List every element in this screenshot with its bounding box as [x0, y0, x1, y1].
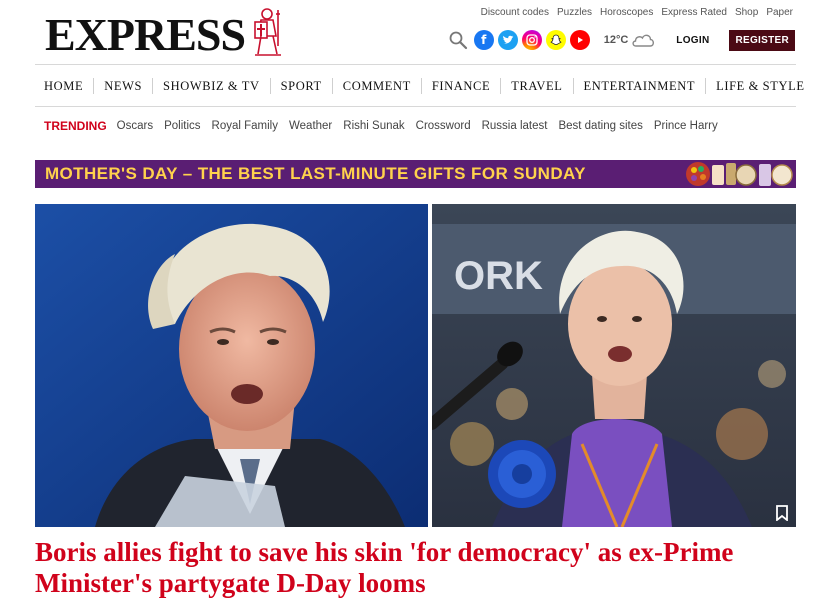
gift-products-image — [686, 162, 793, 186]
util-link-puzzles[interactable]: Puzzles — [557, 7, 592, 18]
site-logo[interactable]: EXPRESS — [45, 6, 289, 58]
twitter-icon[interactable] — [497, 30, 518, 50]
nav-item-sport[interactable]: SPORT — [269, 77, 332, 94]
trending-item-crossword[interactable]: Crossword — [416, 120, 471, 132]
trending-item-best-dating-sites[interactable]: Best dating sites — [558, 120, 642, 132]
snapchat-icon[interactable] — [545, 30, 566, 50]
logo-text: EXPRESS — [45, 9, 246, 60]
background-sign-text: ORK — [454, 254, 543, 298]
main-nav: HOME NEWS SHOWBIZ & TV SPORT COMMENT FIN… — [35, 64, 804, 107]
bookmark-icon[interactable] — [775, 505, 789, 521]
article-headline[interactable]: Boris allies fight to save his skin 'for… — [35, 537, 796, 599]
trending-item-russia-latest[interactable]: Russia latest — [482, 120, 548, 132]
util-link-paper[interactable]: Paper — [766, 7, 793, 18]
cloud-icon — [632, 34, 655, 47]
temperature: 12°C — [603, 34, 629, 46]
nav-item-news[interactable]: NEWS — [93, 77, 152, 94]
trending-item-weather[interactable]: Weather — [289, 120, 332, 132]
photo-woman-at-microphone: ORK — [432, 204, 796, 527]
util-link-discount-codes[interactable]: Discount codes — [481, 7, 549, 18]
nav-item-travel[interactable]: TRAVEL — [500, 77, 572, 94]
trending-item-politics[interactable]: Politics — [164, 120, 200, 132]
crusader-logo-icon — [254, 8, 282, 56]
nav-item-life-style[interactable]: LIFE & STYLE — [705, 77, 814, 94]
photo-politician-speaking — [35, 204, 428, 527]
login-link[interactable]: LOGIN — [676, 35, 709, 46]
nav-item-comment[interactable]: COMMENT — [331, 77, 421, 94]
util-link-express-rated[interactable]: Express Rated — [661, 7, 727, 18]
util-link-horoscopes[interactable]: Horoscopes — [600, 7, 653, 18]
trending-item-royal-family[interactable]: Royal Family — [212, 120, 278, 132]
youtube-icon[interactable] — [569, 30, 590, 50]
trending-item-prince-harry[interactable]: Prince Harry — [654, 120, 718, 132]
header-actions: f 12°C LOGIN REGISTER — [448, 29, 795, 51]
trending-label: TRENDING — [44, 119, 107, 133]
nav-item-entertainment[interactable]: ENTERTAINMENT — [572, 77, 706, 94]
trending-item-rishi-sunak[interactable]: Rishi Sunak — [343, 120, 404, 132]
nav-item-finance[interactable]: FINANCE — [420, 77, 500, 94]
trending-item-oscars[interactable]: Oscars — [117, 120, 153, 132]
util-link-shop[interactable]: Shop — [735, 7, 758, 18]
nav-item-home[interactable]: HOME — [35, 78, 93, 94]
facebook-icon[interactable]: f — [473, 30, 494, 50]
promo-banner[interactable]: MOTHER'S DAY – THE BEST LAST-MINUTE GIFT… — [35, 160, 796, 188]
trending-bar: TRENDING Oscars Politics Royal Family We… — [44, 119, 729, 133]
article-photo-right[interactable]: ORK — [432, 204, 796, 527]
nav-item-showbiz-tv[interactable]: SHOWBIZ & TV — [152, 77, 270, 94]
instagram-icon[interactable] — [521, 30, 542, 50]
article-photo-left[interactable] — [35, 204, 428, 527]
register-button[interactable]: REGISTER — [729, 29, 795, 51]
utility-links: Discount codes Puzzles Horoscopes Expres… — [481, 7, 793, 18]
promo-text: MOTHER'S DAY – THE BEST LAST-MINUTE GIFT… — [45, 164, 586, 183]
search-icon[interactable] — [448, 30, 468, 50]
